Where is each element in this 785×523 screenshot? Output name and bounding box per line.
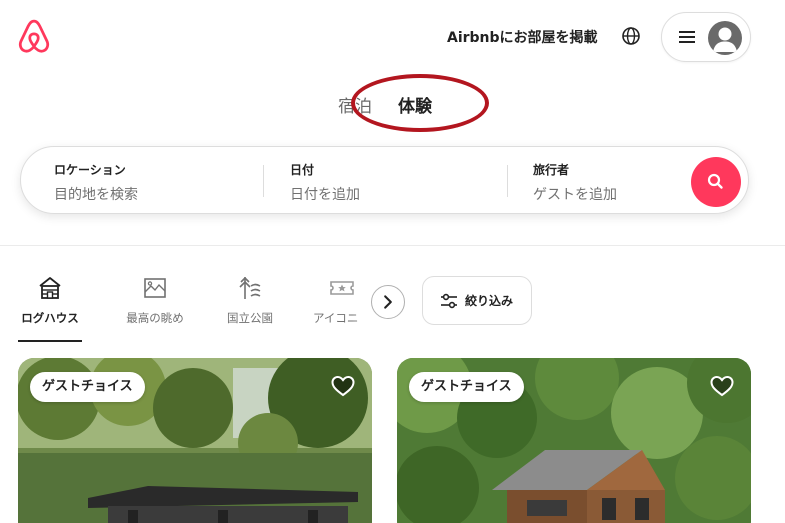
guest-favorite-badge: ゲストチョイス	[409, 372, 524, 402]
search-bar: ロケーション 目的地を検索 日付 日付を追加 旅行者 ゲストを追加	[20, 146, 749, 214]
hamburger-icon	[679, 31, 695, 43]
heart-icon[interactable]	[709, 374, 735, 398]
search-icon	[707, 173, 723, 189]
user-avatar-icon	[708, 21, 742, 55]
search-divider	[507, 165, 508, 197]
filter-button[interactable]: 絞り込み	[422, 276, 532, 325]
category-national-parks[interactable]: 国立公園	[222, 270, 278, 342]
cabin-icon	[39, 277, 61, 299]
national-park-icon	[239, 276, 261, 299]
view-icon	[144, 278, 166, 298]
category-label: ログハウス	[21, 311, 79, 325]
location-field[interactable]: ロケーション 目的地を検索	[54, 161, 138, 204]
chevron-right-icon	[384, 295, 392, 309]
guests-label: 旅行者	[533, 163, 570, 177]
category-cabins[interactable]: ログハウス	[18, 270, 82, 342]
guests-field[interactable]: 旅行者 ゲストを追加	[533, 161, 617, 204]
host-listing-link[interactable]: Airbnbにお部屋を掲載	[447, 27, 598, 47]
section-divider	[0, 245, 785, 246]
guest-favorite-badge: ゲストチョイス	[30, 372, 145, 402]
search-button[interactable]	[691, 157, 741, 207]
annotation-highlight-ring	[351, 74, 489, 132]
category-scroll-next-button[interactable]	[371, 285, 405, 319]
globe-icon[interactable]	[620, 25, 642, 47]
listing-card[interactable]: ゲストチョイス	[397, 358, 751, 523]
category-label: 最高の眺め	[126, 311, 184, 325]
dates-label: 日付	[290, 163, 315, 177]
filter-icon	[441, 293, 457, 309]
category-label: 国立公園	[227, 311, 273, 325]
dates-field[interactable]: 日付 日付を追加	[290, 161, 360, 204]
airbnb-logo-icon[interactable]	[17, 19, 51, 55]
listing-card[interactable]: ゲストチョイス	[18, 358, 372, 523]
dates-placeholder: 日付を追加	[290, 187, 360, 203]
heart-icon[interactable]	[330, 374, 356, 398]
filter-label: 絞り込み	[465, 294, 514, 308]
location-label: ロケーション	[54, 163, 126, 177]
search-divider	[263, 165, 264, 197]
category-views[interactable]: 最高の眺め	[122, 270, 188, 342]
user-menu-button[interactable]	[661, 12, 751, 62]
guests-placeholder: ゲストを追加	[533, 187, 617, 203]
location-placeholder: 目的地を検索	[54, 187, 138, 203]
top-header: Airbnbにお部屋を掲載	[0, 0, 785, 75]
